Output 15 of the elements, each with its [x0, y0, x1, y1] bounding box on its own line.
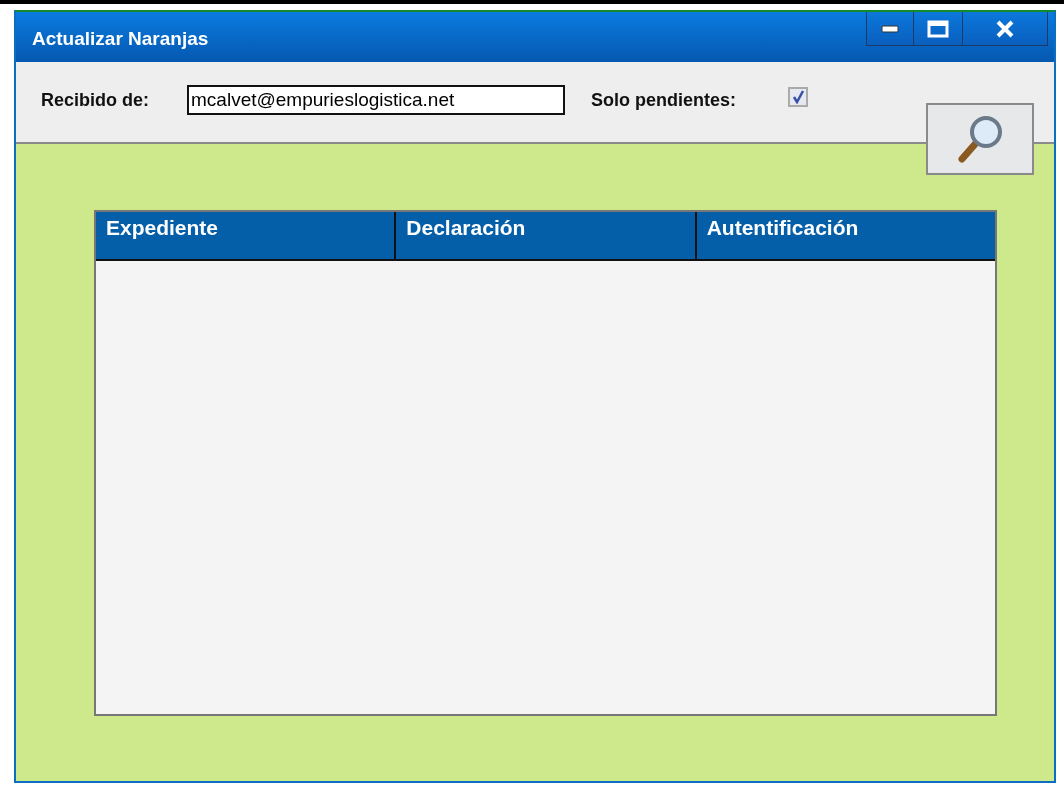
pending-checkbox[interactable]: [788, 87, 809, 107]
maximize-icon: [927, 19, 949, 38]
column-header[interactable]: Expediente: [96, 212, 397, 259]
sender-label: Recibido de:: [41, 90, 149, 111]
minimize-icon: [881, 24, 899, 33]
sender-field[interactable]: mcalvet@empurieslogistica.net: [187, 85, 565, 115]
column-header[interactable]: Declaración: [396, 212, 697, 259]
close-icon: [995, 19, 1015, 38]
close-button[interactable]: [963, 12, 1047, 45]
column-header[interactable]: Autentificación: [696, 212, 995, 259]
search-button[interactable]: [926, 103, 1034, 175]
maximize-button[interactable]: [914, 12, 963, 45]
minimize-button[interactable]: [867, 12, 914, 45]
pending-label: Solo pendientes:: [591, 90, 737, 111]
window-title: Actualizar Naranjas: [32, 28, 209, 50]
